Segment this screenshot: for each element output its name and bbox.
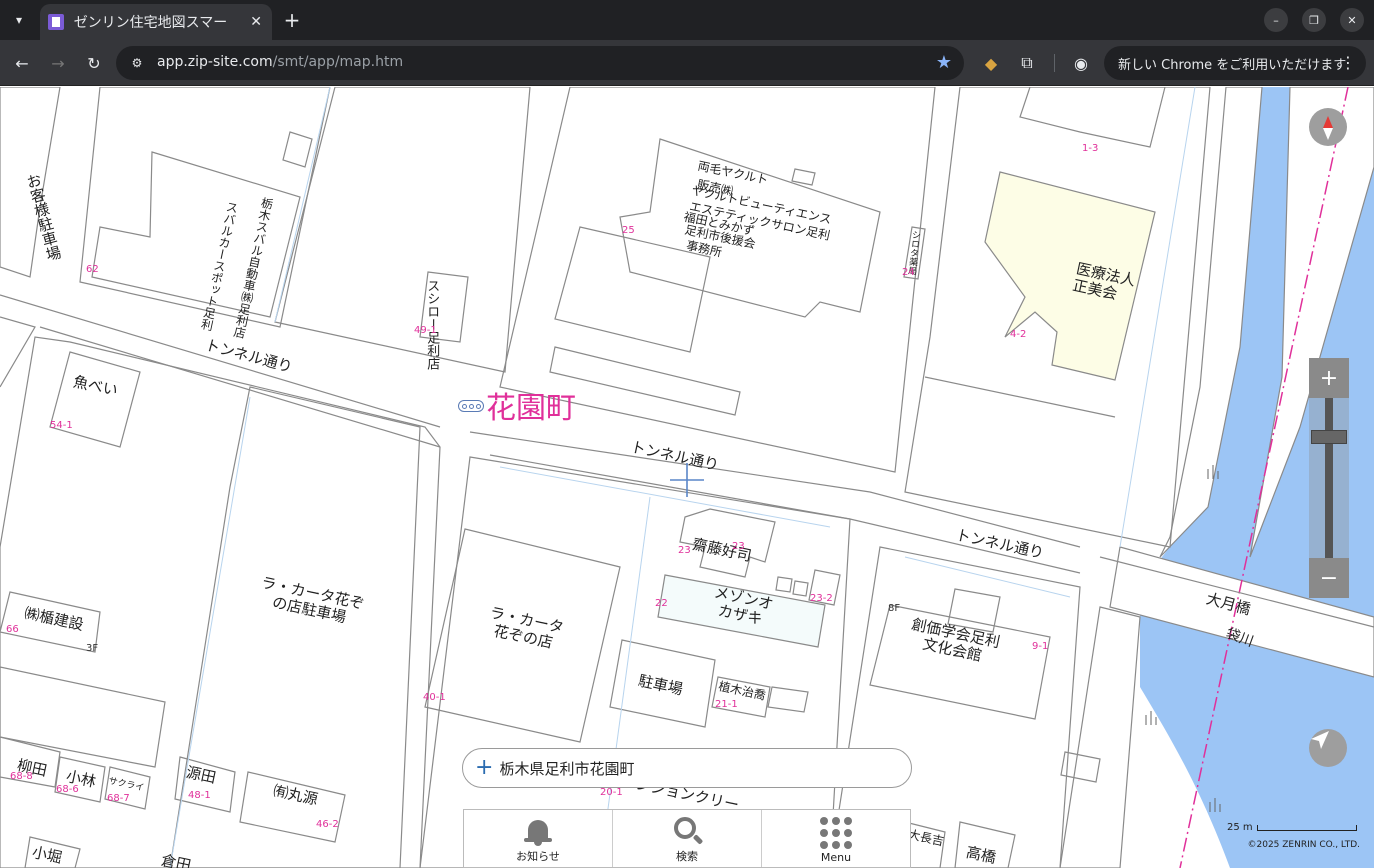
compass-needle-icon: [1323, 116, 1333, 140]
search-label: 検索: [676, 850, 698, 863]
browser-tab[interactable]: ゼンリン住宅地図スマー ✕: [40, 4, 272, 40]
lot-number: 54-1: [50, 420, 73, 431]
scale-indicator: 25 m: [1227, 822, 1357, 833]
site-settings-icon[interactable]: ⚙: [128, 54, 146, 72]
map-canvas[interactable]: 花園町 トンネル通り トンネル通り トンネル通り 大月橋 袋川 お客様駐車場 栃…: [0, 87, 1374, 868]
lot-number: 23-2: [810, 593, 833, 604]
map-label-sushiro: スシロー足利店: [424, 279, 440, 370]
zoom-rail: [1325, 398, 1333, 558]
lot-number: 4-2: [1010, 329, 1027, 340]
lot-number: 68-8: [10, 771, 33, 782]
lot-number: 68-6: [56, 784, 79, 795]
browser-toolbar: ← → ↻ ⚙ app.zip-site.com/smt/app/map.htm…: [0, 40, 1374, 86]
lot-number: 25: [622, 225, 635, 236]
back-arrow-icon[interactable]: ←: [9, 50, 35, 76]
floor-label: 8F: [888, 603, 901, 614]
profile-avatar-icon[interactable]: ◉: [1068, 50, 1094, 76]
new-tab-plus-icon[interactable]: +: [280, 8, 304, 32]
lot-number: 22: [655, 598, 668, 609]
toolbar-divider: [1054, 54, 1055, 72]
zoom-out-button[interactable]: −: [1309, 558, 1349, 598]
url-text[interactable]: app.zip-site.com/smt/app/map.htm: [157, 54, 403, 70]
compass-button[interactable]: [1309, 108, 1347, 146]
lot-number: 23: [678, 545, 691, 556]
crosshair-plus-icon: +: [475, 755, 494, 780]
notice-button[interactable]: お知らせ: [464, 810, 613, 867]
bell-icon: [523, 818, 553, 846]
bookmark-star-icon[interactable]: ★: [936, 52, 952, 73]
lot-number: 66: [6, 624, 19, 635]
tab-strip: ▾ ゼンリン住宅地図スマー ✕ + – ❐ ✕: [0, 0, 1374, 40]
chrome-menu-icon[interactable]: ⋮: [1340, 53, 1356, 72]
lot-number: 20-1: [600, 787, 623, 798]
lot-number: 62: [86, 264, 99, 275]
notice-label: お知らせ: [516, 850, 560, 863]
site-favicon-icon: [48, 14, 64, 30]
current-location-button[interactable]: [1309, 729, 1347, 767]
extensions-puzzle-icon[interactable]: ⧉: [1014, 50, 1040, 76]
lot-number: 48-1: [188, 790, 211, 801]
close-window-icon[interactable]: ✕: [1340, 8, 1364, 32]
menu-button[interactable]: Menu: [762, 810, 910, 867]
chrome-update-label: 新しい Chrome をご利用いただけます: [1118, 57, 1347, 73]
scale-bar: [1256, 825, 1357, 831]
lot-number: 9-1: [1032, 641, 1049, 652]
zoom-in-button[interactable]: +: [1309, 358, 1349, 398]
lot-number: 1-3: [1082, 143, 1099, 154]
lot-number: 21-1: [715, 699, 738, 710]
train-station-icon: [458, 400, 484, 412]
lot-number: 49-1: [414, 325, 437, 336]
tab-title: ゼンリン住宅地図スマー: [73, 15, 228, 31]
lot-number: 23: [732, 541, 745, 552]
minimize-icon[interactable]: –: [1264, 8, 1288, 32]
forward-arrow-icon[interactable]: →: [45, 50, 71, 76]
lot-number: 46-2: [316, 819, 339, 830]
floor-label: 3F: [86, 643, 99, 654]
copyright-text: ©2025 ZENRIN CO., LTD.: [1247, 840, 1361, 850]
current-address-text: 栃木県足利市花園町: [499, 759, 635, 778]
address-bar[interactable]: ⚙ app.zip-site.com/smt/app/map.htm ★: [116, 46, 964, 80]
search-button[interactable]: 検索: [613, 810, 762, 867]
town-name-label: 花園町: [486, 391, 576, 426]
incognito-extension-icon[interactable]: ◆: [978, 50, 1004, 76]
lot-number: 68-7: [107, 793, 130, 804]
zoom-slider-handle[interactable]: [1311, 430, 1347, 445]
navigation-arrow-icon: [1311, 731, 1329, 749]
lot-number: 24: [902, 267, 915, 278]
zoom-slider[interactable]: [1309, 398, 1349, 558]
tab-close-icon[interactable]: ✕: [248, 14, 264, 30]
zoom-control: + −: [1309, 358, 1349, 598]
lot-number: 40-1: [423, 692, 446, 703]
current-address-bar[interactable]: + 栃木県足利市花園町: [462, 748, 912, 788]
grid-menu-icon: [820, 817, 852, 849]
menu-label: Menu: [820, 851, 852, 864]
tab-search-chevron-icon[interactable]: ▾: [6, 8, 32, 32]
chrome-update-button[interactable]: 新しい Chrome をご利用いただけます ⋮: [1104, 46, 1366, 80]
bottom-menu: お知らせ 検索 Menu: [463, 809, 911, 868]
scale-label: 25 m: [1227, 822, 1253, 833]
reload-icon[interactable]: ↻: [81, 50, 107, 76]
restore-icon[interactable]: ❐: [1302, 8, 1326, 32]
search-icon: [671, 816, 704, 846]
